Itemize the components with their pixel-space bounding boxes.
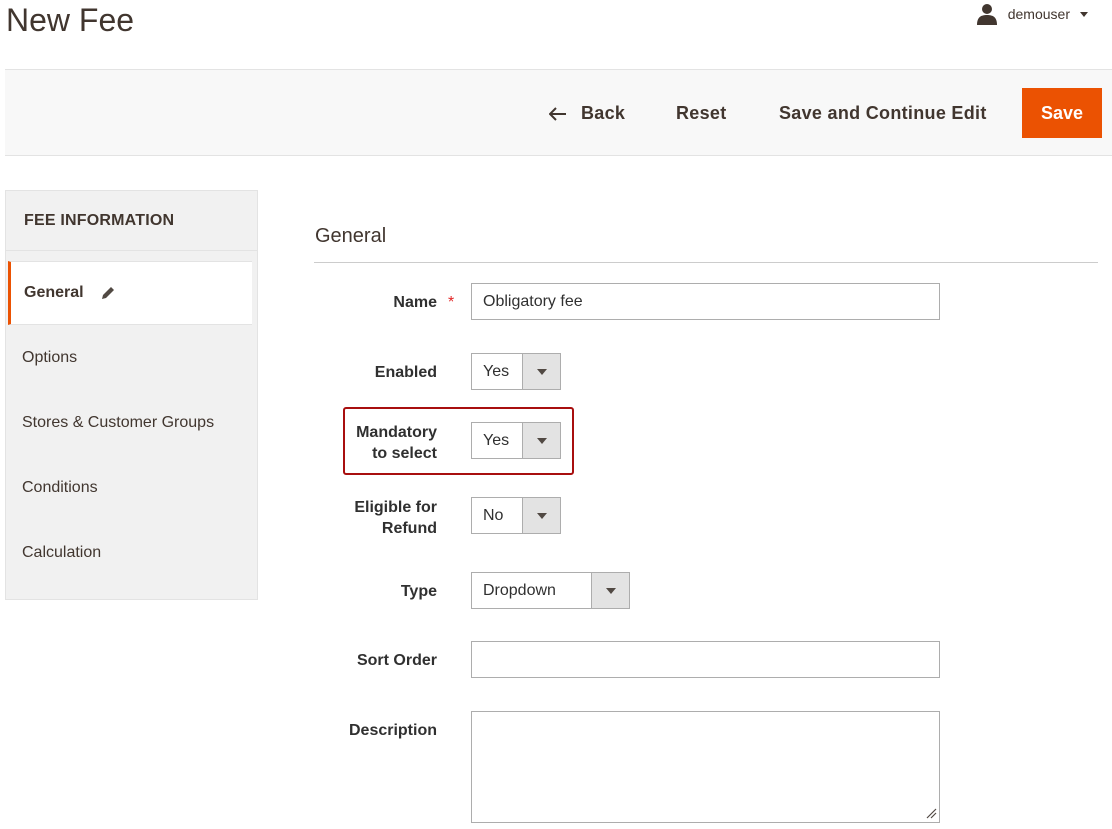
username: demouser [1007,6,1070,22]
section-title: General [315,225,387,247]
refund-select[interactable]: No [471,497,561,534]
type-value: Dropdown [483,582,556,599]
sidebar-item-label: Stores & Customer Groups [22,414,215,431]
name-label: Name [393,294,437,311]
pencil-icon [101,287,114,299]
back-label: Back [581,103,626,123]
sidebar-item-options[interactable]: Options [0,326,252,390]
type-label: Type [400,583,437,600]
sort-order-input[interactable] [471,641,940,678]
sidebar-item-stores-customer-groups[interactable]: Stores & Customer Groups [0,391,252,455]
sidebar-item-calculation[interactable]: Calculation [0,521,252,585]
mandatory-label: Mandatory to select [356,424,437,462]
resize-handle-icon[interactable] [926,808,937,819]
arrow-left-icon [549,106,566,121]
mandatory-value: Yes [483,432,510,449]
section-divider [314,262,1098,263]
triangle-down-icon [522,354,560,389]
refund-label: Eligible for Refund [354,499,437,537]
user-menu[interactable]: demouser [976,2,1088,26]
reset-button[interactable]: Reset [676,70,727,157]
sidebar-item-conditions[interactable]: Conditions [0,456,252,520]
enabled-value: Yes [483,363,510,380]
sidebar-item-label: Conditions [22,479,98,496]
back-button[interactable]: Back [549,70,625,157]
description-label: Description [348,722,437,739]
sidebar-item-label: Options [22,349,78,366]
sidebar-item-label: General [24,284,84,301]
name-input[interactable] [471,283,940,320]
enabled-label: Enabled [374,364,437,381]
refund-value: No [483,507,504,524]
page-actions-bar: Back Reset Save and Continue Edit Save [5,69,1112,156]
type-select[interactable]: Dropdown [471,572,630,609]
save-and-continue-button[interactable]: Save and Continue Edit [779,70,987,157]
chevron-down-icon [1080,11,1088,17]
triangle-down-icon [522,423,560,458]
triangle-down-icon [522,498,560,533]
page-title: New Fee [6,2,135,38]
mandatory-select[interactable]: Yes [471,422,561,459]
required-icon: * [448,294,455,311]
user-icon [976,4,997,25]
sidebar-item-label: Calculation [22,544,102,561]
triangle-down-icon [591,573,629,608]
panel-heading: FEE INFORMATION [6,191,257,251]
sort-order-label: Sort Order [356,652,437,669]
save-button[interactable]: Save [1022,88,1102,138]
description-textarea[interactable] [471,711,940,823]
sidebar-item-general[interactable]: General [8,261,252,325]
enabled-select[interactable]: Yes [471,353,561,390]
